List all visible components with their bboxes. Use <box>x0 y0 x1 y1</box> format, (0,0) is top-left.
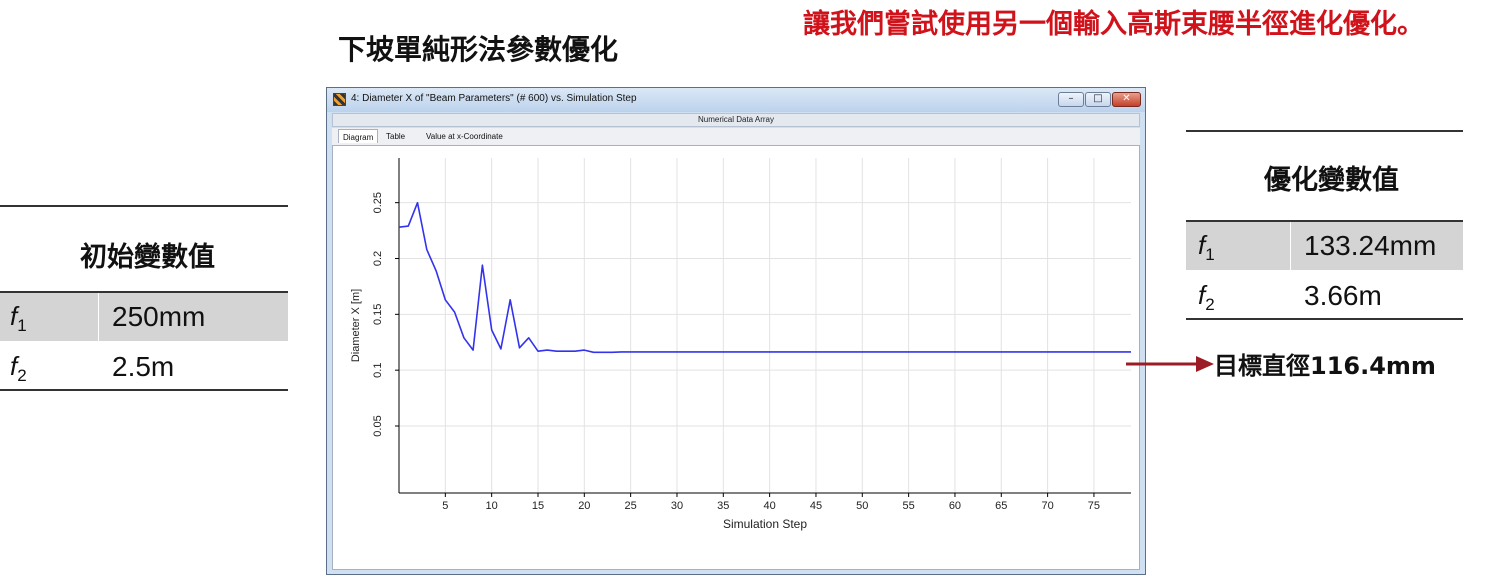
x-axis-label: Simulation Step <box>723 517 807 531</box>
app-icon <box>333 93 346 106</box>
table-header: 初始變數值 <box>80 242 215 273</box>
table-rule <box>0 205 288 207</box>
table-rule <box>1186 318 1463 320</box>
x-tick-label: 5 <box>442 500 448 512</box>
y-tick-label: 0.05 <box>372 415 384 436</box>
x-tick-label: 60 <box>949 500 961 512</box>
variable-value: 250mm <box>112 301 206 332</box>
x-tick-label: 35 <box>717 500 729 512</box>
y-tick-label: 0.25 <box>372 192 384 213</box>
y-tick-label: 0.15 <box>372 304 384 325</box>
table-header: 優化變數值 <box>1264 165 1399 196</box>
table-row: f1 133.24mm <box>1186 222 1463 270</box>
x-tick-label: 25 <box>625 500 637 512</box>
minimize-button[interactable]: – <box>1058 92 1084 107</box>
x-tick-label: 45 <box>810 500 822 512</box>
variable-value: 2.5m <box>112 351 175 382</box>
x-tick-label: 20 <box>578 500 590 512</box>
table-rule <box>0 389 288 391</box>
y-tick-label: 0.2 <box>372 251 384 266</box>
y-axis-label: Diameter X [m] <box>350 289 362 362</box>
variable-value: 3.66m <box>1304 280 1382 311</box>
x-tick-label: 10 <box>486 500 498 512</box>
diagram-window: 4: Diameter X of "Beam Parameters" (# 60… <box>326 87 1146 575</box>
tab-diagram[interactable]: Diagram <box>338 129 379 143</box>
optimized-variables-table: 優化變數值 f1 133.24mm f2 3.66m <box>1186 130 1463 322</box>
close-button[interactable]: ✕ <box>1112 92 1141 107</box>
table-row: f2 3.66m <box>1186 272 1463 320</box>
x-tick-label: 65 <box>995 500 1007 512</box>
table-rule <box>1186 130 1463 132</box>
maximize-button[interactable]: □ <box>1085 92 1111 107</box>
line-chart: 5 10 15 20 25 30 35 40 45 50 55 60 65 70 75 0.05 0.1 0.15… <box>350 158 1131 531</box>
view-tabs: Diagram Table Value at x-Coordinate <box>332 128 1140 145</box>
variable-symbol: f2 <box>10 351 27 385</box>
x-tick-label: 50 <box>856 500 868 512</box>
x-tick-label: 75 <box>1088 500 1100 512</box>
slide-title: 下坡單純形法參數優化 <box>338 33 619 66</box>
window-titlebar[interactable]: 4: Diameter X of "Beam Parameters" (# 60… <box>327 88 1145 112</box>
variable-symbol: f2 <box>1198 280 1215 314</box>
tab-value-at-x[interactable]: Value at x-Coordinate <box>422 131 507 142</box>
window-title: 4: Diameter X of "Beam Parameters" (# 60… <box>351 93 637 104</box>
table-row: f1 250mm <box>0 293 288 341</box>
chart-area[interactable]: 5 10 15 20 25 30 35 40 45 50 55 60 65 70 75 0.05 0.1 0.15… <box>332 145 1140 570</box>
diameter-series-line <box>398 201 1131 354</box>
x-tick-label: 70 <box>1041 500 1053 512</box>
x-tick-label: 55 <box>902 500 914 512</box>
target-diameter-label: 目標直徑116.4mm <box>1214 352 1436 380</box>
variable-symbol: f1 <box>10 301 27 335</box>
x-tick-label: 40 <box>764 500 776 512</box>
variable-symbol: f1 <box>1198 230 1215 264</box>
y-tick-label: 0.1 <box>372 363 384 378</box>
x-tick-label: 15 <box>532 500 544 512</box>
table-row: f2 2.5m <box>0 343 288 391</box>
variable-value: 133.24mm <box>1304 230 1437 261</box>
optimization-note: 讓我們嘗試使用另一個輸入高斯束腰半徑進化優化。 <box>803 9 1424 40</box>
tab-table[interactable]: Table <box>382 131 409 142</box>
initial-variables-table: 初始變數值 f1 250mm f2 2.5m <box>0 205 288 395</box>
data-array-header: Numerical Data Array <box>332 113 1140 127</box>
target-arrow <box>1126 356 1214 372</box>
x-tick-label: 30 <box>671 500 683 512</box>
